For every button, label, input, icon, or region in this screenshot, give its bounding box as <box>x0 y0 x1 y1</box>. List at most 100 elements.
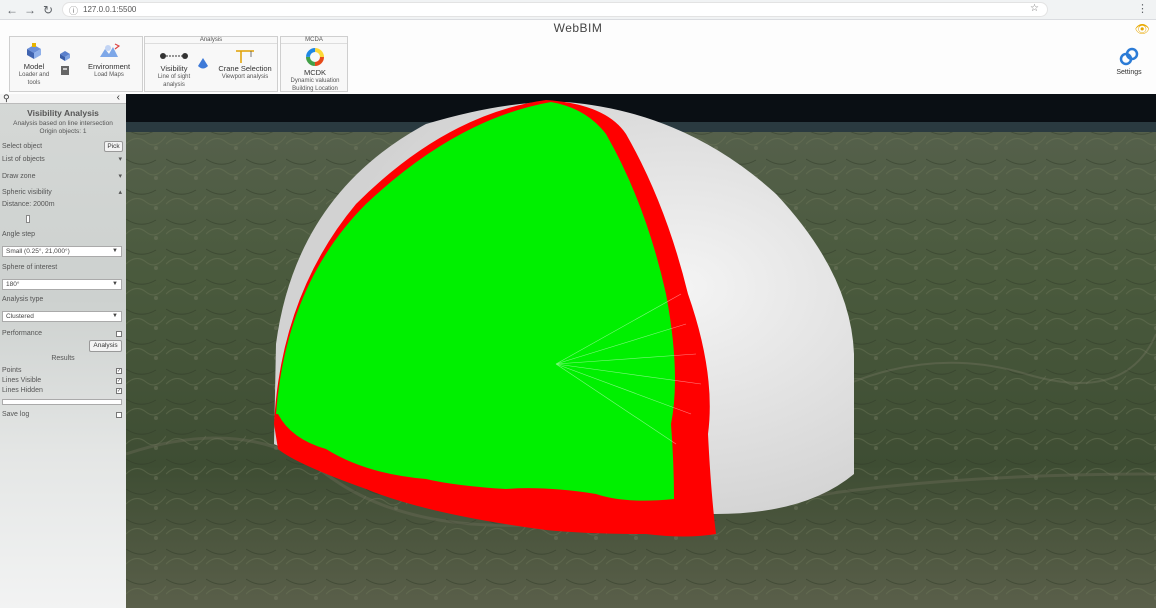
spheric-visibility-row[interactable]: Spheric visibility ▴ <box>2 189 124 196</box>
lines-visible-row: Lines Visible <box>2 377 124 384</box>
app-header: WebBIM 👁 Model Loader and tools Environm… <box>0 20 1156 94</box>
analysis-type-text: Analysis type <box>2 296 44 303</box>
browser-toolbar: ← → ↻ ⓘ 127.0.0.1:5500 ☆ ⋮ <box>0 0 1156 20</box>
visibility-button[interactable]: Visibility Line of sight analysis <box>147 49 201 89</box>
group-label-analysis: Analysis <box>145 37 277 44</box>
settings-button[interactable]: Settings <box>1114 47 1144 76</box>
analysis-type-select[interactable]: Clustered ▼ <box>2 311 122 322</box>
results-text: Results <box>51 355 75 362</box>
lines-hidden-row: Lines Hidden <box>2 387 124 394</box>
sphere-interest-value: 180° <box>6 281 20 288</box>
ribbon-group-analysis: Analysis Visibility Line of sight analys… <box>144 36 278 92</box>
site-info-icon[interactable]: ⓘ <box>69 4 78 17</box>
origin-count: Origin objects: 1 <box>39 128 87 135</box>
lines-visible-label: Lines Visible <box>2 377 42 384</box>
lines-hidden-checkbox[interactable]: ✓ <box>116 388 122 394</box>
reload-icon[interactable]: ↻ <box>40 2 56 18</box>
crane-icon <box>236 50 254 63</box>
ribbon-group-loader: Model Loader and tools Environment Load … <box>9 36 143 92</box>
sphere-interest-select[interactable]: 180° ▼ <box>2 279 122 290</box>
line-of-sight-icon <box>160 53 188 59</box>
browser-menu-icon[interactable]: ⋮ <box>1137 2 1148 15</box>
performance-label: Performance <box>2 330 43 337</box>
environment-label: Environment <box>87 62 131 71</box>
mcdk-label: MCDK <box>303 68 327 77</box>
spheric-visibility-label: Spheric visibility <box>2 189 52 196</box>
distance-slider[interactable] <box>26 215 30 223</box>
pick-button[interactable]: Pick <box>104 141 123 152</box>
url-text: 127.0.0.1:5500 <box>83 5 137 14</box>
save-log-label: Save log <box>2 411 30 418</box>
model-sub-label: Loader and tools <box>18 72 50 86</box>
mcdk-donut-icon <box>306 48 324 66</box>
mcdk-button[interactable]: MCDK Dynamic valuation Building Location <box>283 47 347 93</box>
bookmark-star-icon[interactable]: ☆ <box>1030 3 1039 14</box>
save-log-checkbox[interactable] <box>116 412 122 418</box>
model-label: Model <box>23 62 45 71</box>
settings-label: Settings <box>1116 69 1142 76</box>
angle-step-text: Angle step <box>2 231 36 238</box>
app-title: WebBIM <box>553 21 603 35</box>
angle-step-select[interactable]: Small (0.25°, 21,000°) ▼ <box>2 246 122 257</box>
sphere-interest-text: Sphere of interest <box>2 264 58 271</box>
model-button[interactable]: Model Loader and tools <box>14 43 54 87</box>
analysis-type-label: Analysis type <box>2 296 124 303</box>
dropdown-arrow-icon: ▼ <box>112 281 118 287</box>
angle-step-label: Angle step <box>2 231 124 238</box>
panel-toolbar: ⚲ ‹ <box>0 92 126 104</box>
distance-text: Distance: 2000m <box>2 201 55 208</box>
analysis-progress-bar <box>2 399 122 405</box>
environment-sub-label: Load Maps <box>94 72 124 78</box>
3d-viewport[interactable] <box>126 94 1156 608</box>
dropdown-arrow-icon: ▼ <box>112 248 118 254</box>
chevron-up-icon: ▴ <box>118 189 122 196</box>
crane-selection-sub-label: Viewport analysis <box>221 74 269 80</box>
ribbon-group-mcda: MCDA MCDK Dynamic valuation Building Loc… <box>280 36 348 92</box>
performance-checkbox[interactable] <box>116 331 122 337</box>
chevron-down-icon: ▾ <box>118 173 122 180</box>
collapse-icon[interactable]: ‹ <box>117 92 120 103</box>
panel-subtitle: Analysis based on line intersection <box>13 120 113 127</box>
analysis-button[interactable]: Analysis <box>89 340 122 352</box>
viewport-scene <box>126 94 1156 608</box>
dropdown-arrow-icon: ▼ <box>112 313 118 319</box>
draw-zone-row[interactable]: Draw zone ▾ <box>2 173 124 180</box>
address-bar[interactable]: ⓘ 127.0.0.1:5500 ☆ <box>62 2 1048 17</box>
visibility-extra-icon[interactable] <box>197 57 209 73</box>
performance-row: Performance <box>2 330 124 337</box>
back-icon[interactable]: ← <box>4 2 20 18</box>
analysis-type-value: Clustered <box>6 313 34 320</box>
map-icon <box>100 43 120 57</box>
panel-title: Visibility Analysis <box>27 108 99 118</box>
pin-icon[interactable]: ⚲ <box>3 93 10 104</box>
distance-label: Distance: 2000m <box>2 201 124 208</box>
crane-selection-label: Crane Selection <box>218 64 272 73</box>
points-checkbox[interactable]: ✓ <box>116 368 122 374</box>
mcdk-sub-label: Dynamic valuation Building Location <box>290 78 340 92</box>
list-of-objects-label: List of objects <box>2 156 45 163</box>
points-row: Points <box>2 367 124 374</box>
model-icon <box>27 43 41 59</box>
select-object-text: Select object <box>2 143 43 150</box>
save-log-row: Save log <box>2 411 124 418</box>
lines-hidden-label: Lines Hidden <box>2 387 43 394</box>
draw-zone-label: Draw zone <box>2 173 36 180</box>
lines-visible-checkbox[interactable]: ✓ <box>116 378 122 384</box>
points-label: Points <box>2 367 22 374</box>
eye-icon[interactable]: 👁 <box>1135 22 1150 36</box>
environment-button[interactable]: Environment Load Maps <box>80 43 138 79</box>
model-tools-icons <box>58 49 72 79</box>
forward-icon[interactable]: → <box>22 2 38 18</box>
settings-link-icon <box>1119 47 1139 66</box>
angle-step-value: Small (0.25°, 21,000°) <box>6 248 70 255</box>
group-label-mcda: MCDA <box>281 37 347 44</box>
list-of-objects-row[interactable]: List of objects ▾ <box>2 156 124 163</box>
visibility-panel: ⚲ ‹ Visibility Analysis Analysis based o… <box>0 92 126 608</box>
visibility-label: Visibility <box>160 64 188 73</box>
results-heading: Results <box>2 355 124 362</box>
crane-selection-button[interactable]: Crane Selection Viewport analysis <box>213 49 277 81</box>
sphere-interest-label: Sphere of interest <box>2 264 124 271</box>
droplet-icon <box>198 58 208 69</box>
visibility-sub-label: Line of sight analysis <box>157 74 191 88</box>
cube-tools-icon[interactable] <box>58 49 72 79</box>
